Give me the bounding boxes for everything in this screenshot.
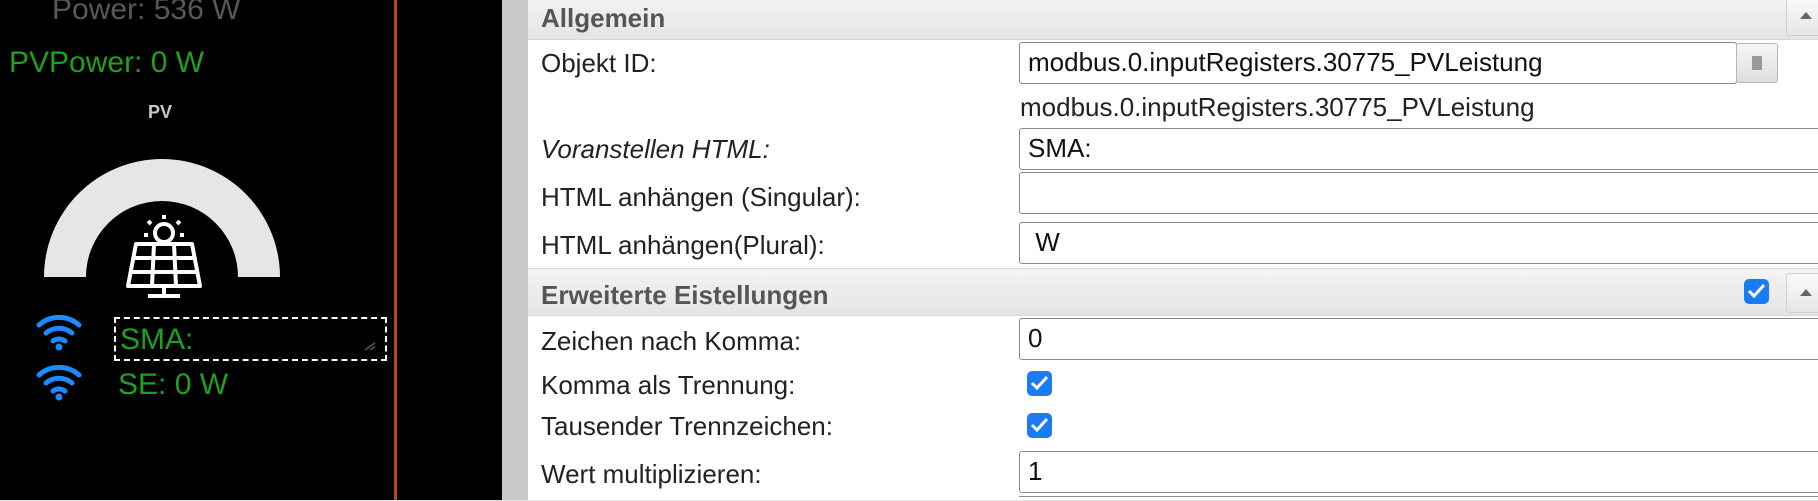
checkmark-icon bbox=[1747, 283, 1766, 299]
wifi-icon bbox=[36, 364, 82, 401]
canvas-background bbox=[397, 0, 502, 500]
group-header-general[interactable]: Allgemein bbox=[528, 0, 1818, 40]
panel-divider bbox=[502, 0, 528, 500]
collapse-advanced-button[interactable] bbox=[1786, 273, 1818, 313]
se-value-text: SE: 0 W bbox=[118, 368, 229, 401]
append-singular-input[interactable] bbox=[1019, 172, 1818, 214]
comma-separator-checkbox[interactable] bbox=[1027, 371, 1052, 396]
selected-sma-widget[interactable]: SMA: bbox=[114, 317, 387, 361]
prepend-html-input[interactable]: SMA: bbox=[1019, 128, 1818, 170]
list-icon bbox=[1752, 56, 1762, 70]
widget-preview-canvas[interactable]: Power: 536 W PVPower: 0 W PV SMA: SE: 0 … bbox=[0, 0, 394, 500]
multiply-value-input[interactable]: 1 bbox=[1019, 451, 1818, 493]
thousands-separator-checkbox[interactable] bbox=[1027, 413, 1052, 438]
prepend-html-label: Voranstellen HTML: bbox=[541, 134, 770, 164]
append-plural-input[interactable]: W bbox=[1019, 222, 1818, 264]
group-header-advanced[interactable]: Erweiterte Eistellungen bbox=[528, 268, 1818, 316]
object-id-hint: modbus.0.inputRegisters.30775_PVLeistung bbox=[1020, 92, 1535, 122]
pvpower-text: PVPower: 0 W bbox=[9, 46, 205, 79]
multiply-value-label: Wert multiplizieren: bbox=[541, 459, 762, 489]
checkmark-icon bbox=[1030, 417, 1049, 433]
comma-separator-label: Komma als Trennung: bbox=[541, 370, 796, 400]
group-title-advanced: Erweiterte Eistellungen bbox=[541, 280, 829, 310]
resize-handle-icon[interactable] bbox=[363, 342, 377, 351]
collapse-general-button[interactable] bbox=[1786, 0, 1818, 36]
object-id-input[interactable]: modbus.0.inputRegisters.30775_PVLeistung bbox=[1019, 42, 1737, 84]
wifi-icon bbox=[36, 314, 82, 351]
select-object-id-button[interactable] bbox=[1736, 43, 1778, 83]
solar-panel-icon bbox=[126, 215, 202, 298]
object-id-label: Objekt ID: bbox=[541, 48, 657, 78]
attributes-panel: Allgemein Objekt ID: modbus.0.inputRegis… bbox=[528, 0, 1818, 500]
append-plural-label: HTML anhängen(Plural): bbox=[541, 230, 825, 260]
group-title-general: Allgemein bbox=[541, 3, 666, 33]
gauge-label: PV bbox=[148, 102, 173, 122]
sma-value-text: SMA: bbox=[120, 323, 194, 356]
thousands-separator-label: Tausender Trennzeichen: bbox=[541, 411, 833, 441]
decimals-input[interactable]: 0 bbox=[1019, 318, 1818, 360]
advanced-enable-checkbox[interactable] bbox=[1744, 279, 1769, 304]
chevron-up-icon bbox=[1800, 289, 1812, 296]
decimals-label: Zeichen nach Komma: bbox=[541, 326, 802, 356]
next-input-edge bbox=[1019, 496, 1818, 501]
pv-gauge bbox=[44, 159, 280, 298]
chevron-up-icon bbox=[1800, 12, 1812, 19]
append-singular-label: HTML anhängen (Singular): bbox=[541, 182, 861, 212]
power-text: Power: 536 W bbox=[52, 0, 241, 26]
checkmark-icon bbox=[1030, 375, 1049, 391]
